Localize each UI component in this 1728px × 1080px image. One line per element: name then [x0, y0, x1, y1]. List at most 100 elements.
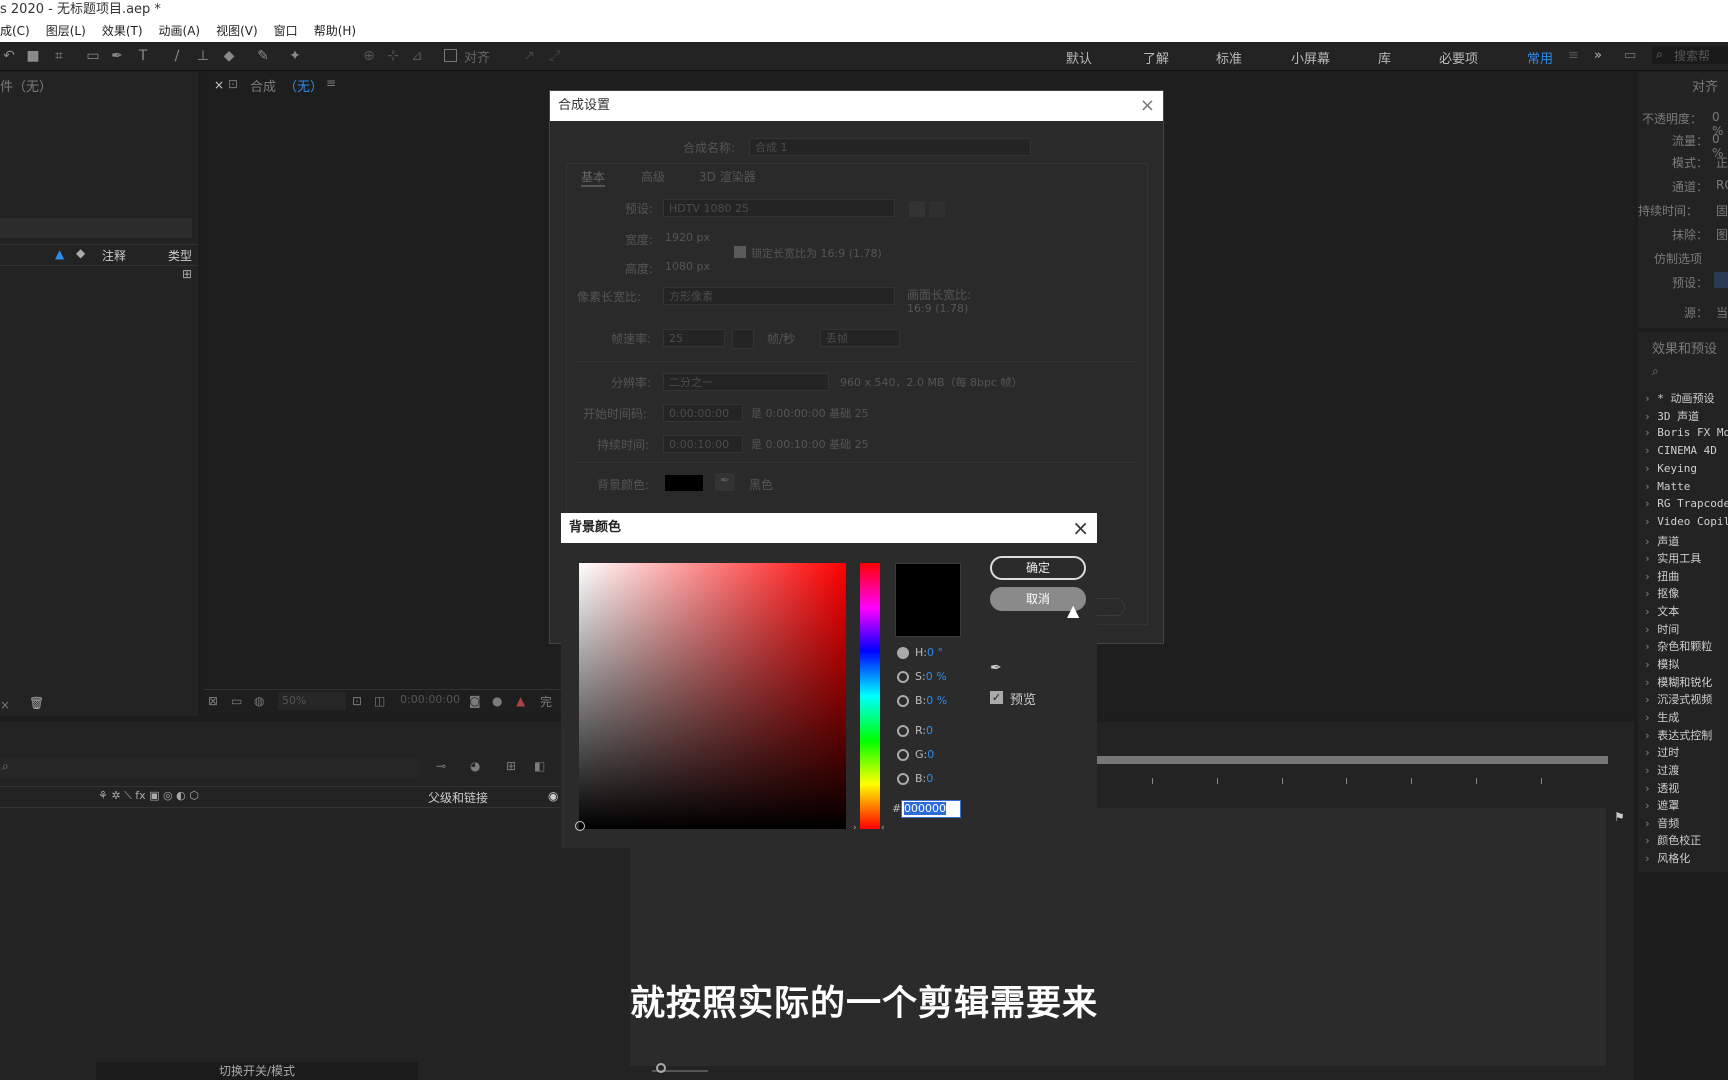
brightness-radio[interactable] [897, 695, 909, 707]
saturation-radio[interactable] [897, 671, 909, 683]
effect-category-item[interactable]: Matte [1644, 480, 1690, 493]
effect-category-item[interactable]: 过渡 [1644, 762, 1679, 778]
type-tool-icon[interactable]: T [134, 47, 152, 65]
resolution-icon[interactable]: ⊡ [352, 694, 362, 708]
interpret-footage-icon[interactable]: × [0, 698, 10, 712]
tab-3d-renderer[interactable]: 3D 渲染器 [699, 168, 756, 185]
close-icon[interactable]: × [1140, 91, 1155, 121]
snap-checkbox[interactable] [444, 49, 457, 62]
world-axis-icon[interactable]: ⊿ [408, 47, 426, 65]
workspace-standard[interactable]: 标准 [1216, 48, 1242, 67]
width-value[interactable]: 1920 px [665, 231, 710, 244]
effect-category-item[interactable]: 杂色和颗粒 [1644, 638, 1712, 654]
color-picker-cursor[interactable] [575, 821, 585, 831]
eyedropper-icon[interactable]: ✒ [990, 660, 1008, 678]
source-value[interactable]: 当 [1716, 304, 1728, 321]
blue-radio[interactable] [897, 773, 909, 785]
view-icon[interactable]: ◍ [254, 694, 264, 708]
effect-category-item[interactable]: 音频 [1644, 815, 1679, 831]
roto-brush-tool-icon[interactable]: ✎ [254, 47, 272, 65]
brush-tool-icon[interactable]: ∕ [168, 47, 186, 65]
menu-layer[interactable]: 图层(L) [38, 20, 94, 42]
effect-category-item[interactable]: 实用工具 [1644, 550, 1701, 566]
duration-value[interactable]: 固 [1716, 202, 1728, 219]
effect-category-item[interactable]: 表达式控制 [1644, 727, 1712, 743]
clone-options-label[interactable]: 仿制选项 [1654, 250, 1702, 267]
align-panel-tab[interactable]: 对齐 [1692, 76, 1718, 95]
puppet-tool-icon[interactable]: ✦ [286, 47, 304, 65]
tab-basic[interactable]: 基本 [581, 168, 606, 187]
timeline-search[interactable]: ⌕ [0, 758, 420, 778]
effect-category-item[interactable]: 3D 声道 [1644, 408, 1699, 424]
tab-advanced[interactable]: 高级 [641, 168, 665, 185]
effect-category-item[interactable]: 遮罩 [1644, 797, 1679, 813]
project-search[interactable] [0, 218, 192, 238]
effect-category-item[interactable]: 颜色校正 [1644, 832, 1701, 848]
frame-rate-dropdown[interactable] [732, 329, 754, 349]
brightness-field[interactable]: B:0 % [915, 694, 947, 707]
always-preview-icon[interactable]: ⊠ [208, 694, 218, 708]
sort-ascending-icon[interactable]: ▲ [55, 247, 64, 261]
motion-blur-icon[interactable]: ◧ [534, 759, 545, 773]
pan-behind-tool-icon[interactable]: ⌗ [50, 47, 68, 65]
red-radio[interactable] [897, 725, 909, 737]
eye-icon[interactable]: ◉ [548, 789, 558, 803]
trash-icon[interactable]: 🗑 [29, 696, 44, 710]
green-field[interactable]: G:0 [915, 748, 934, 761]
column-type[interactable]: 类型 [168, 247, 192, 264]
effect-category-item[interactable]: 抠像 [1644, 585, 1679, 601]
red-field[interactable]: R:0 [915, 724, 933, 737]
workspace-common[interactable]: 常用 [1527, 48, 1553, 67]
resolution-dropdown[interactable]: 二分之一 [663, 373, 829, 391]
ok-button[interactable]: 确定 [990, 556, 1086, 580]
workspace-libraries[interactable]: 库 [1378, 48, 1391, 67]
effect-category-item[interactable]: 透视 [1644, 780, 1679, 796]
effect-category-item[interactable]: 生成 [1644, 709, 1679, 725]
lock-icon[interactable]: ⊡ [228, 77, 238, 91]
rectangle-tool-icon[interactable]: ▭ [84, 47, 102, 65]
duration-input[interactable]: 0:00:10:00 [663, 435, 743, 453]
lock-ratio-checkbox[interactable] [734, 246, 746, 258]
region-icon[interactable]: ◫ [374, 694, 385, 708]
saturation-field[interactable]: S:0 % [915, 670, 947, 683]
frame-rate-input[interactable]: 25 [663, 329, 725, 347]
workspace-menu-icon[interactable]: ≡ [1568, 48, 1579, 63]
comp-timecode[interactable]: 0:00:00:00 [400, 693, 460, 706]
hue-radio[interactable] [897, 647, 909, 659]
height-value[interactable]: 1080 px [665, 260, 710, 273]
drop-frame-dropdown[interactable]: 丢帧 [820, 329, 900, 347]
background-color-swatch[interactable] [665, 475, 703, 491]
effect-category-item[interactable]: 模拟 [1644, 656, 1679, 672]
workspace-learn[interactable]: 了解 [1143, 48, 1169, 67]
camera-tool-icon[interactable]: ■ [24, 47, 42, 65]
menu-animation[interactable]: 动画(A) [151, 20, 209, 42]
preset-selector[interactable] [1714, 272, 1728, 288]
green-radio[interactable] [897, 749, 909, 761]
workspace-essentials[interactable]: 必要项 [1439, 48, 1478, 67]
comp-button-icon[interactable]: ⚑ [1614, 810, 1625, 824]
saturation-brightness-field[interactable] [575, 563, 846, 831]
effect-category-item[interactable]: 时间 [1644, 621, 1679, 637]
effect-category-item[interactable]: 过时 [1644, 744, 1679, 760]
comp-name-input[interactable]: 合成 1 [749, 138, 1031, 156]
effect-category-item[interactable]: 声道 [1644, 533, 1679, 549]
close-icon[interactable]: × [1072, 513, 1089, 543]
clone-stamp-tool-icon[interactable]: ⊥ [194, 47, 212, 65]
frame-blend-icon[interactable]: ⊞ [506, 759, 516, 773]
more-workspaces-icon[interactable]: » [1594, 48, 1602, 63]
zoom-dropdown[interactable]: 50% [278, 692, 346, 710]
pen-tool-icon[interactable]: ✒ [108, 47, 126, 65]
menu-effect[interactable]: 效果(T) [94, 20, 151, 42]
hex-input[interactable]: 000000 [901, 800, 961, 818]
color-management-icon[interactable]: ▲ [516, 694, 525, 708]
axis-icon[interactable]: ⊕ [360, 47, 378, 65]
effect-category-item[interactable]: Video Copilo [1644, 515, 1728, 528]
menu-composition[interactable]: 成(C) [0, 20, 38, 42]
effect-category-item[interactable]: Keying [1644, 462, 1697, 475]
save-preset-icon[interactable] [909, 201, 925, 217]
column-comment[interactable]: 注释 [102, 247, 126, 264]
workspace-default[interactable]: 默认 [1066, 48, 1092, 67]
workspace-small-screen[interactable]: 小屏幕 [1291, 48, 1330, 67]
shy-icon[interactable]: ◕ [470, 759, 480, 773]
eyedropper-icon[interactable]: ✒ [715, 473, 735, 491]
